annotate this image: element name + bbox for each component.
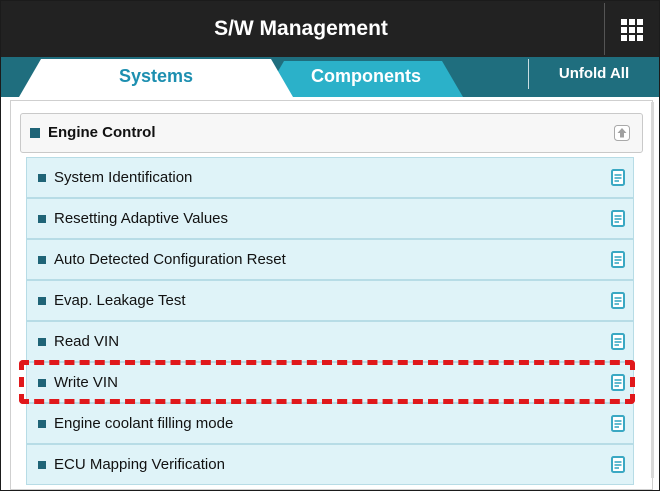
group-label: Engine Control xyxy=(48,124,156,141)
document-icon[interactable] xyxy=(611,210,625,227)
list-item-label: Read VIN xyxy=(54,333,120,350)
list-item-label: Resetting Adaptive Values xyxy=(54,210,229,227)
list-item-write-vin[interactable]: Write VIN xyxy=(26,362,634,403)
list-item-ecu-mapping-verification[interactable]: ECU Mapping Verification xyxy=(26,444,634,485)
list-item-read-vin[interactable]: Read VIN xyxy=(26,321,634,362)
list-item-label: Evap. Leakage Test xyxy=(54,292,186,309)
list-item-label: ECU Mapping Verification xyxy=(54,456,225,473)
document-icon[interactable] xyxy=(611,415,625,432)
list-item-label: System Identification xyxy=(54,169,193,186)
bullet-square-icon xyxy=(38,379,46,387)
grid-menu-icon xyxy=(621,19,643,41)
list-item-auto-detected-configuration-reset[interactable]: Auto Detected Configuration Reset xyxy=(26,239,634,280)
document-icon[interactable] xyxy=(611,333,625,350)
document-icon[interactable] xyxy=(611,169,625,186)
bullet-square-icon xyxy=(38,297,46,305)
document-icon[interactable] xyxy=(611,251,625,268)
document-icon[interactable] xyxy=(611,374,625,391)
bullet-square-icon xyxy=(30,128,40,138)
page-title: S/W Management xyxy=(214,17,388,40)
bullet-square-icon xyxy=(38,256,46,264)
unfold-all-button[interactable]: Unfold All xyxy=(529,57,659,93)
list-item-resetting-adaptive-values[interactable]: Resetting Adaptive Values xyxy=(26,198,634,239)
bullet-square-icon xyxy=(38,174,46,182)
bullet-square-icon xyxy=(38,215,46,223)
app-frame: S/W Management Systems Components Unfold… xyxy=(0,0,660,491)
system-list-panel: Engine Control System Identification Res… xyxy=(10,100,653,490)
document-icon[interactable] xyxy=(611,456,625,473)
document-icon[interactable] xyxy=(611,292,625,309)
list-item-label: Engine coolant filling mode xyxy=(54,415,234,432)
grid-menu-button[interactable] xyxy=(604,3,659,55)
scrollbar[interactable] xyxy=(651,102,654,478)
collapse-up-icon[interactable] xyxy=(614,125,630,141)
title-bar: S/W Management xyxy=(1,1,659,57)
bullet-square-icon xyxy=(38,461,46,469)
list-item-engine-coolant-filling-mode[interactable]: Engine coolant filling mode xyxy=(26,403,634,444)
list-item-label: Auto Detected Configuration Reset xyxy=(54,251,286,268)
group-header-engine-control[interactable]: Engine Control xyxy=(20,113,643,153)
list-item-label: Write VIN xyxy=(54,374,118,391)
tab-components[interactable]: Components xyxy=(286,57,446,97)
bullet-square-icon xyxy=(38,420,46,428)
list-item-evap-leakage-test[interactable]: Evap. Leakage Test xyxy=(26,280,634,321)
content-area: Engine Control System Identification Res… xyxy=(1,97,659,490)
list-item-system-identification[interactable]: System Identification xyxy=(26,157,634,198)
tab-systems[interactable]: Systems xyxy=(61,57,251,97)
tab-bar: Systems Components Unfold All xyxy=(1,57,659,97)
bullet-square-icon xyxy=(38,338,46,346)
